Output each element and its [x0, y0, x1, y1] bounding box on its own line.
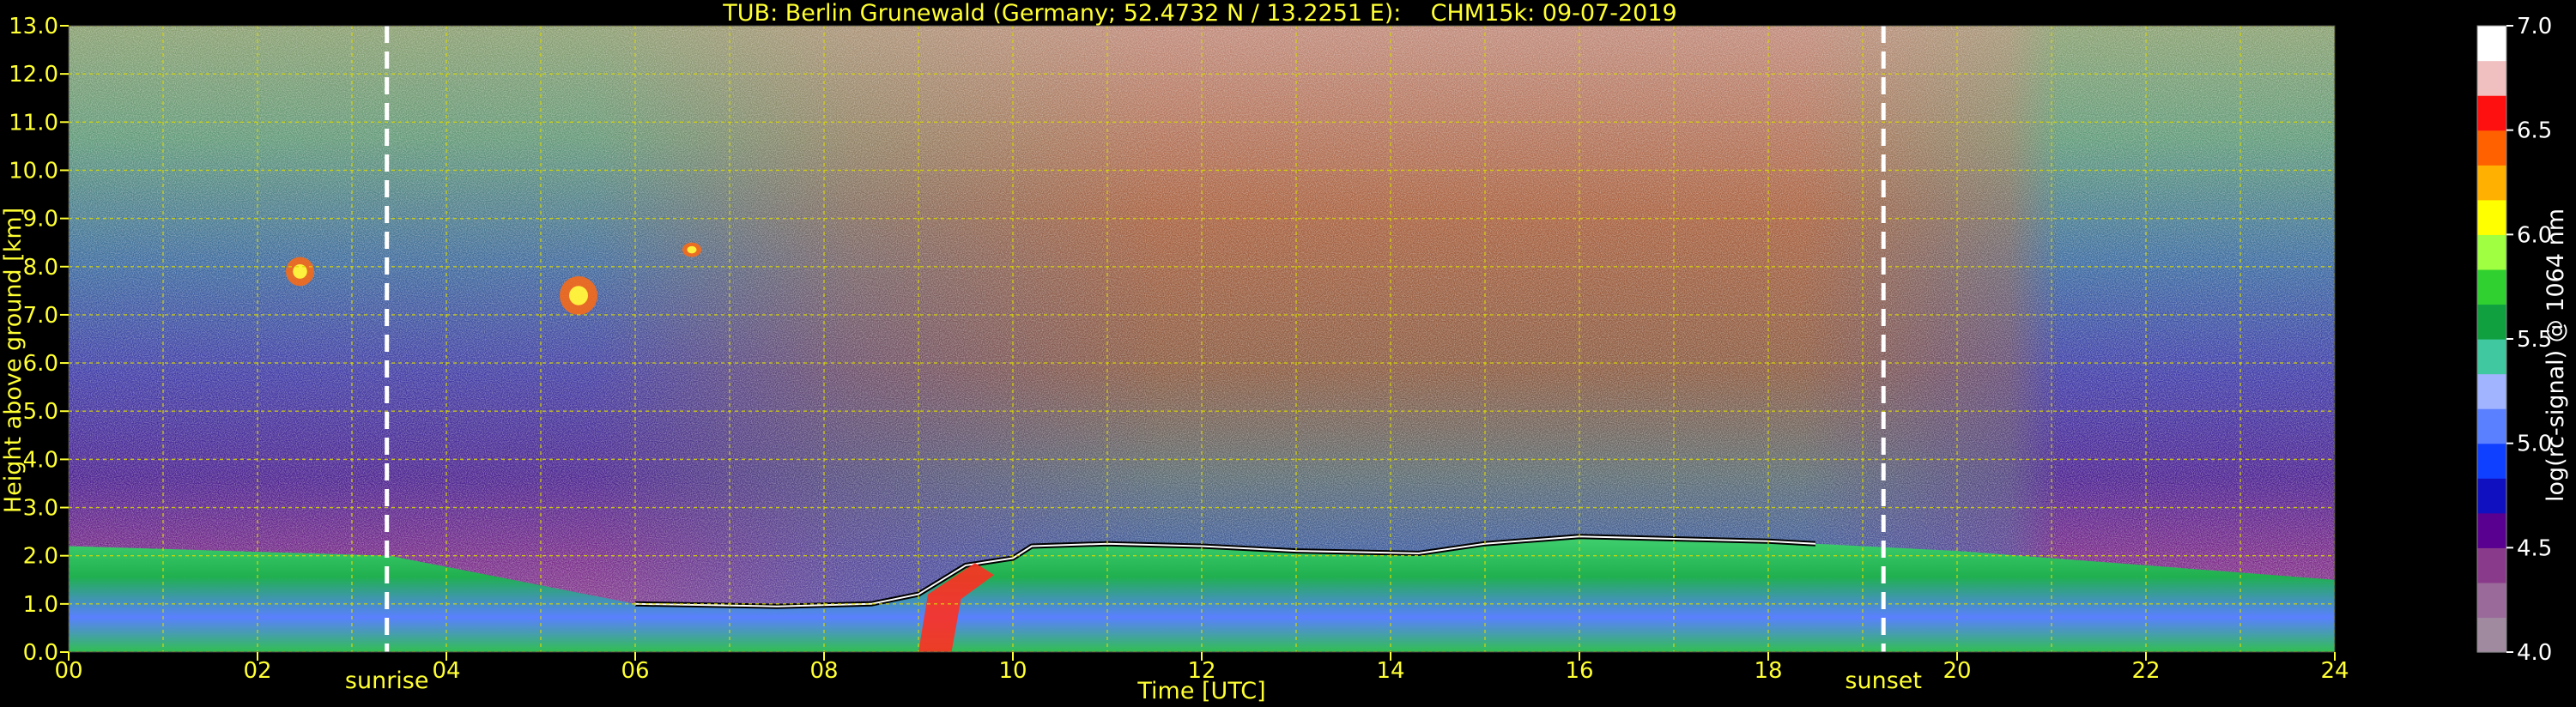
colorbar-segment — [2477, 512, 2506, 548]
colorbar-segment — [2477, 373, 2506, 409]
y-tick-label: 8.0 — [23, 255, 58, 281]
x-tick-label: 10 — [998, 658, 1027, 684]
colorbar-segment — [2477, 165, 2506, 201]
colorbar-segment — [2477, 408, 2506, 444]
y-tick-label: 7.0 — [23, 303, 58, 329]
x-tick-label: 20 — [1943, 658, 1971, 684]
y-tick-label: 5.0 — [23, 399, 58, 425]
colorbar-segment — [2477, 443, 2506, 479]
colorbar-segment — [2477, 582, 2506, 619]
colorbar-segment — [2477, 60, 2506, 96]
colorbar-segment — [2477, 547, 2506, 583]
y-tick-label: 3.0 — [23, 496, 58, 522]
marker-label-sunset: sunset — [1845, 668, 1922, 694]
colorbar-tick-label: 6.5 — [2517, 118, 2552, 144]
y-tick-label: 4.0 — [23, 447, 58, 473]
colorbar-segment — [2477, 130, 2506, 166]
colorbar-segment — [2477, 234, 2506, 270]
colorbar-segment — [2477, 95, 2506, 131]
x-tick-label: 00 — [54, 658, 82, 684]
x-tick-label: 14 — [1376, 658, 1404, 684]
colorbar-tick-label: 4.5 — [2517, 535, 2552, 561]
y-tick-label: 12.0 — [9, 62, 58, 88]
colorbar-tick-label: 7.0 — [2517, 14, 2552, 39]
x-tick-label: 06 — [621, 658, 649, 684]
y-axis-label: Height above ground [km] — [0, 208, 27, 513]
aerosol-layer-core — [687, 245, 697, 254]
colorbar-segment — [2477, 617, 2506, 653]
x-tick-label: 04 — [432, 658, 460, 684]
x-tick-label: 08 — [809, 658, 838, 684]
colorbar-label: log(rc-signal) @ 1064 nm — [2543, 208, 2569, 502]
x-tick-label: 22 — [2131, 658, 2160, 684]
colorbar-segment — [2477, 478, 2506, 514]
x-tick-label: 18 — [1754, 658, 1782, 684]
y-tick-label: 2.0 — [23, 544, 58, 570]
colorbar-segment — [2477, 26, 2506, 62]
y-tick-label: 0.0 — [23, 640, 58, 666]
y-tick-label: 11.0 — [9, 110, 58, 136]
colorbar: 4.04.55.05.56.06.57.0 — [2476, 14, 2552, 666]
x-tick-label: 24 — [2320, 658, 2349, 684]
sun-marker-labels: sunrise sunset — [345, 668, 1922, 694]
x-tick-label: 16 — [1565, 658, 1593, 684]
colorbar-segment — [2477, 199, 2506, 235]
chart-title: TUB: Berlin Grunewald (Germany; 52.4732 … — [722, 0, 1676, 27]
marker-label-sunrise: sunrise — [345, 668, 429, 694]
x-axis-label: Time [UTC] — [1136, 678, 1265, 704]
colorbar-segment — [2477, 304, 2506, 340]
plot-area — [69, 26, 2335, 652]
y-tick-label: 6.0 — [23, 351, 58, 377]
colorbar-tick-label: 4.0 — [2517, 640, 2552, 666]
y-tick-label: 1.0 — [23, 592, 58, 618]
y-tick-label: 9.0 — [23, 207, 58, 233]
colorbar-segment — [2477, 269, 2506, 305]
y-tick-label: 10.0 — [9, 158, 58, 184]
aerosol-layer-core — [569, 286, 588, 305]
x-tick-label: 02 — [243, 658, 271, 684]
colorbar-segment — [2477, 339, 2506, 375]
y-tick-label: 13.0 — [9, 14, 58, 39]
ceilometer-chart: 0.0 1.0 2.0 3.0 4.0 5.0 6.0 7.0 8.0 9.0 10.0 11.0 12… — [0, 0, 2569, 704]
